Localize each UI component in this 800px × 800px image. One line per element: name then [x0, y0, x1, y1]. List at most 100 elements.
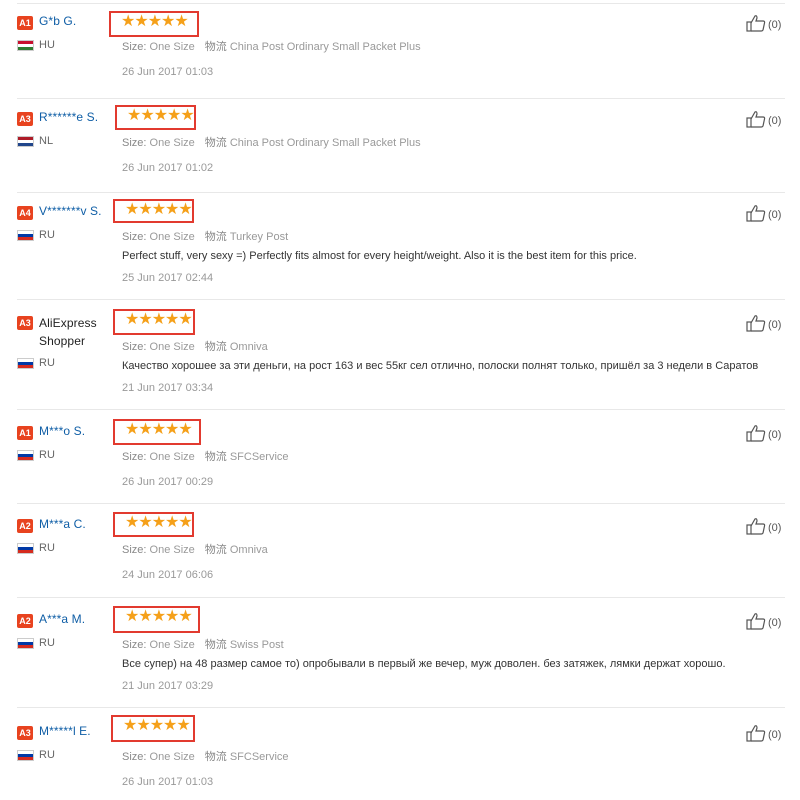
buyer-level-badge: A2 [17, 519, 33, 533]
review-date: 26 Jun 2017 01:03 [122, 66, 214, 78]
purchase-details: Size: One Size 物流 Swiss Post [122, 636, 284, 652]
like-count: (0) [768, 318, 782, 331]
shipping-value: Swiss Post [229, 639, 284, 651]
buyer-name[interactable]: M***o S. [39, 424, 85, 438]
size-label: Size: [122, 751, 147, 763]
flag-icon [17, 136, 34, 147]
row-separator [17, 409, 785, 410]
size-value: One Size [149, 341, 195, 353]
shipping-value: Turkey Post [229, 231, 289, 243]
buyer-name[interactable]: M***a C. [39, 517, 86, 531]
buyer-level-badge: A3 [17, 316, 33, 330]
review-date: 26 Jun 2017 00:29 [122, 476, 214, 488]
flag-icon [17, 750, 34, 761]
shipping-label: 物流 [204, 341, 227, 353]
review-date: 21 Jun 2017 03:29 [122, 680, 214, 692]
shipping-value: SFCService [229, 451, 289, 463]
buyer-level-badge: A4 [17, 206, 33, 220]
size-value: One Size [149, 231, 195, 243]
buyer-country: RU [39, 542, 55, 554]
row-separator [17, 98, 785, 99]
shipping-label: 物流 [204, 751, 227, 763]
helpful-vote[interactable]: (0) [746, 110, 781, 131]
helpful-vote[interactable]: (0) [746, 314, 781, 335]
helpful-vote[interactable]: (0) [746, 204, 781, 225]
buyer-level-badge: A1 [17, 426, 33, 440]
shipping-label: 物流 [204, 639, 227, 651]
row-separator [17, 299, 785, 300]
size-value: One Size [149, 137, 195, 149]
thumbs-up-icon[interactable] [746, 424, 768, 445]
shipping-value: China Post Ordinary Small Packet Plus [229, 41, 421, 53]
thumbs-up-icon[interactable] [746, 314, 768, 335]
flag-icon [17, 358, 34, 369]
helpful-vote[interactable]: (0) [746, 424, 781, 445]
flag-icon [17, 543, 34, 554]
helpful-vote[interactable]: (0) [746, 612, 781, 633]
like-count: (0) [768, 728, 782, 741]
size-label: Size: [122, 341, 147, 353]
buyer-country: NL [39, 135, 54, 147]
buyer-country: HU [39, 39, 55, 51]
review-date: 26 Jun 2017 01:02 [122, 162, 214, 174]
shipping-label: 物流 [204, 451, 227, 463]
shipping-value: SFCService [229, 751, 289, 763]
purchase-details: Size: One Size 物流 Turkey Post [122, 228, 288, 244]
buyer-country: RU [39, 229, 55, 241]
row-separator [17, 707, 785, 708]
thumbs-up-icon[interactable] [746, 14, 768, 35]
shipping-value: China Post Ordinary Small Packet Plus [229, 137, 421, 149]
star-rating: ★★★★★ [125, 201, 193, 218]
star-rating: ★★★★★ [125, 311, 193, 328]
buyer-country: RU [39, 749, 55, 761]
thumbs-up-icon[interactable] [746, 204, 768, 225]
review-date: 24 Jun 2017 06:06 [122, 569, 214, 581]
helpful-vote[interactable]: (0) [746, 14, 781, 35]
shipping-label: 物流 [204, 41, 227, 53]
row-separator [17, 503, 785, 504]
like-count: (0) [768, 208, 782, 221]
like-count: (0) [768, 616, 782, 629]
buyer-name[interactable]: V*******v S. [39, 204, 102, 218]
flag-icon [17, 40, 34, 51]
buyer-name[interactable]: A***a M. [39, 612, 85, 626]
buyer-level-badge: A1 [17, 16, 33, 30]
size-label: Size: [122, 137, 147, 149]
star-rating: ★★★★★ [127, 107, 195, 124]
thumbs-up-icon[interactable] [746, 612, 768, 633]
shipping-value: Omniva [229, 544, 268, 556]
size-value: One Size [149, 751, 195, 763]
buyer-level-badge: A3 [17, 726, 33, 740]
row-separator [17, 192, 785, 193]
review-comment: Perfect stuff, very sexy =) Perfectly fi… [122, 250, 637, 262]
like-count: (0) [768, 114, 782, 127]
size-value: One Size [149, 41, 195, 53]
size-value: One Size [149, 544, 195, 556]
thumbs-up-icon[interactable] [746, 724, 768, 745]
buyer-name[interactable]: R******e S. [39, 110, 98, 124]
shipping-label: 物流 [204, 544, 227, 556]
helpful-vote[interactable]: (0) [746, 724, 781, 745]
star-rating: ★★★★★ [125, 514, 193, 531]
flag-icon [17, 638, 34, 649]
shipping-label: 物流 [204, 137, 227, 149]
thumbs-up-icon[interactable] [746, 517, 768, 538]
row-separator [17, 597, 785, 598]
thumbs-up-icon[interactable] [746, 110, 768, 131]
size-label: Size: [122, 451, 147, 463]
purchase-details: Size: One Size 物流 Omniva [122, 338, 268, 354]
purchase-details: Size: One Size 物流 China Post Ordinary Sma… [122, 38, 421, 54]
review-list: A1 G*b G. HU ★★★★★ Size: One Size 物流 China Po… [0, 0, 800, 800]
buyer-name[interactable]: M*****l E. [39, 724, 91, 738]
helpful-vote[interactable]: (0) [746, 517, 781, 538]
size-label: Size: [122, 639, 147, 651]
like-count: (0) [768, 428, 782, 441]
review-comment: Качество хорошее за эти деньги, на рост … [122, 360, 759, 372]
buyer-country: RU [39, 637, 55, 649]
buyer-level-badge: A3 [17, 112, 33, 126]
buyer-name: AliExpress Shopper [39, 316, 97, 348]
shipping-label: 物流 [204, 231, 227, 243]
purchase-details: Size: One Size 物流 China Post Ordinary Sma… [122, 134, 421, 150]
buyer-name[interactable]: G*b G. [39, 14, 76, 28]
shipping-value: Omniva [229, 341, 268, 353]
